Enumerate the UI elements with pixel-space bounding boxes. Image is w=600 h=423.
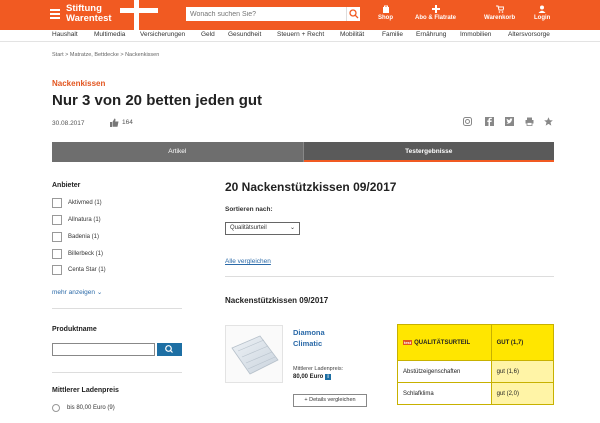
product-image[interactable] (225, 325, 283, 383)
nav-item-haushalt[interactable]: Haushalt (52, 31, 78, 38)
rating-value: gut (2,0) (490, 382, 555, 405)
table-row: Abstützeigenschaften gut (1,6) (397, 360, 555, 383)
search-icon (349, 9, 359, 19)
top-bar: Stiftung Warentest Shop Abo & Flatrate W… (0, 0, 600, 30)
search-button[interactable] (346, 7, 360, 21)
search-icon (165, 345, 173, 353)
nav-item-ernaehrung[interactable]: Ernährung (416, 31, 446, 38)
abo-flatrate-link[interactable]: Abo & Flatrate (415, 5, 456, 21)
chevron-down-icon: ⌄ (96, 289, 103, 296)
info-icon[interactable]: i (325, 374, 331, 380)
filter-heading-price: Mittlerer Ladenpreis (52, 387, 119, 394)
compare-details-button[interactable]: + Details vergleichen (293, 394, 367, 407)
price-option[interactable]: bis 80,00 Euro (9) (52, 404, 115, 412)
rating-label: Abstützeigenschaften (397, 360, 492, 383)
filter-option[interactable]: Aktivmed (1) (52, 198, 102, 208)
price-value: 80,00 Euro i (293, 374, 331, 380)
rating-label: test QUALITÄTSURTEIL (397, 324, 492, 361)
divider (52, 308, 182, 309)
filter-option[interactable]: Centa Star (1) (52, 265, 106, 275)
shopping-bag-icon (382, 5, 389, 13)
pillow-image (231, 335, 279, 375)
rating-label: Schlafklima (397, 382, 492, 405)
breadcrumb[interactable]: Start > Matratze, Bettdecke > Nackenkiss… (52, 52, 159, 58)
nav-item-steuern-recht[interactable]: Steuern + Recht (277, 31, 324, 38)
tab-testergebnisse[interactable]: Testergebnisse (303, 142, 554, 162)
chevron-down-icon: ⌄ (289, 225, 295, 231)
print-icon[interactable] (525, 117, 534, 126)
filter-heading-produktname: Produktname (52, 326, 97, 333)
facebook-icon[interactable] (485, 117, 494, 126)
product-search-button[interactable] (157, 343, 182, 356)
rating-table: test QUALITÄTSURTEIL GUT (1,7) Abstützeig… (397, 324, 555, 405)
checkbox[interactable] (52, 198, 62, 208)
nav-item-altersvorsorge[interactable]: Altersvorsorge (508, 31, 550, 38)
sort-label: Sortieren nach: (225, 206, 273, 213)
brand-cross-icon (120, 0, 158, 30)
checkbox[interactable] (52, 215, 62, 225)
radio-button[interactable] (52, 404, 60, 412)
checkbox[interactable] (52, 232, 62, 242)
price-label: Mittlerer Ladenpreis: (293, 366, 344, 372)
compare-all-link[interactable]: Alle vergleichen (225, 258, 271, 265)
divider (225, 276, 554, 277)
sort-select[interactable]: Qualitätsurteil ⌄ (225, 222, 300, 235)
cart-icon (495, 5, 504, 13)
thumbs-up-icon (110, 118, 119, 127)
instagram-icon[interactable] (463, 117, 472, 126)
shop-link[interactable]: Shop (378, 5, 393, 21)
results-heading: 20 Nackenstützkissen 09/2017 (225, 180, 397, 194)
nav-item-geld[interactable]: Geld (201, 31, 215, 38)
checkbox[interactable] (52, 265, 62, 275)
user-icon (538, 5, 546, 13)
filter-option[interactable]: Billerbeck (1) (52, 249, 103, 259)
filter-heading-anbieter: Anbieter (52, 182, 81, 189)
filter-option[interactable]: Allnatura (1) (52, 215, 101, 225)
nav-item-familie[interactable]: Familie (382, 31, 403, 38)
rating-value: GUT (1,7) (490, 324, 555, 361)
login-link[interactable]: Login (534, 5, 550, 21)
filter-option[interactable]: Badenia (1) (52, 232, 99, 242)
table-row: test QUALITÄTSURTEIL GUT (1,7) (397, 324, 555, 361)
rating-value: gut (1,6) (490, 360, 555, 383)
search-input[interactable] (186, 7, 346, 21)
checkbox[interactable] (52, 249, 62, 259)
nav-item-mobilitaet[interactable]: Mobilität (340, 31, 364, 38)
results-subheading: Nackenstützkissen 09/2017 (225, 296, 329, 305)
article-date: 30.08.2017 (52, 120, 85, 127)
hamburger-menu-icon[interactable] (50, 7, 60, 21)
nav-item-immobilien[interactable]: Immobilien (460, 31, 491, 38)
plus-icon (431, 5, 440, 13)
cart-link[interactable]: Warenkorb (484, 5, 515, 21)
test-logo: test (403, 339, 413, 345)
table-row: Schlafklima gut (2,0) (397, 382, 555, 405)
nav-item-gesundheit[interactable]: Gesundheit (228, 31, 261, 38)
nav-item-multimedia[interactable]: Multimedia (94, 31, 125, 38)
show-more-link[interactable]: mehr anzeigen ⌄ (52, 288, 102, 296)
article-kicker: Nackenkissen (52, 79, 106, 88)
like-button[interactable]: 164 (110, 118, 133, 127)
category-nav: Haushalt Multimedia Versicherungen Geld … (0, 30, 600, 42)
divider (52, 372, 182, 373)
tab-bar: Artikel Testergebnisse (52, 142, 554, 162)
twitter-icon[interactable] (505, 117, 514, 126)
product-name-input[interactable] (52, 343, 155, 356)
bookmark-star-icon[interactable] (544, 117, 553, 126)
page-title: Nur 3 von 20 betten jeden gut (52, 92, 263, 109)
product-name-link[interactable]: Diamona Climatic (293, 327, 325, 349)
brand-logo[interactable]: Stiftung Warentest (66, 4, 112, 24)
nav-item-versicherungen[interactable]: Versicherungen (140, 31, 185, 38)
tab-artikel[interactable]: Artikel (52, 142, 303, 162)
